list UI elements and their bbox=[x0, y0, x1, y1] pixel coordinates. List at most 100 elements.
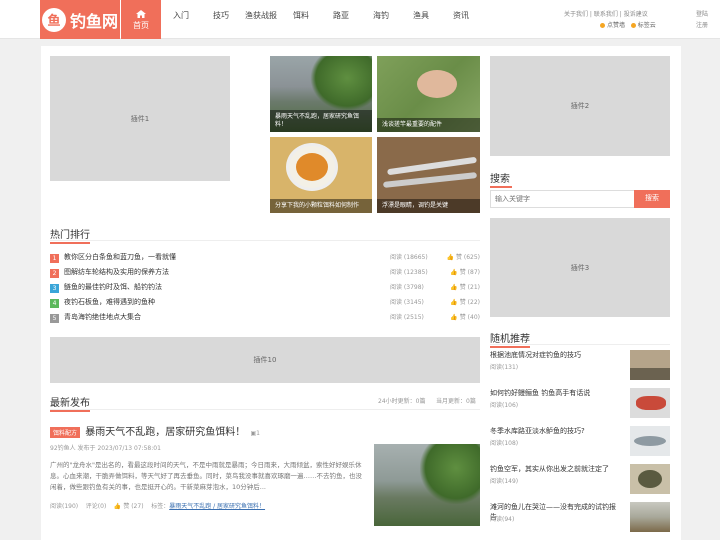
nav-item-reports[interactable]: 渔获战报 bbox=[241, 0, 281, 39]
nav-item-intro[interactable]: 入门 bbox=[161, 0, 201, 39]
main-nav: 首页 入门 技巧 渔获战报 饵料 路亚 海钓 渔具 资讯 bbox=[121, 0, 481, 39]
hot-item-likes[interactable]: 👍 赞 (625) bbox=[447, 251, 480, 264]
thumbs-up-icon: 👍 bbox=[450, 299, 460, 306]
like-wall-link[interactable]: 点赞墙 bbox=[607, 22, 625, 29]
plugin-10: 插件10 bbox=[50, 337, 480, 383]
login-link[interactable]: 登陆 bbox=[696, 9, 708, 20]
hot-item-title[interactable]: 教你区分白条鱼和蓝刀鱼，一看就懂 bbox=[64, 251, 176, 264]
hot-item-title[interactable]: 图解纺车轮结构及实用的保养方法 bbox=[64, 266, 169, 279]
tag-cloud-link[interactable]: 标签云 bbox=[638, 22, 656, 29]
site-logo-text: 钓鱼网 bbox=[69, 11, 118, 31]
image-count: ▣1 bbox=[250, 430, 260, 437]
post-likes-text: 赞 (27) bbox=[123, 503, 144, 510]
nav-label-home: 首页 bbox=[133, 21, 149, 30]
random-item-thumb[interactable] bbox=[630, 350, 670, 380]
random-item-reads: 阅读(94) bbox=[490, 516, 515, 523]
post-tags[interactable]: 暴雨天气不乱跑 / 居家研究鱼饵料！ bbox=[169, 503, 265, 510]
nav-item-bait[interactable]: 饵料 bbox=[281, 0, 321, 39]
hot-ranking-item[interactable]: 2 图解纺车轮结构及实用的保养方法 阅读 (12385) 👍 赞 (87) bbox=[50, 266, 480, 281]
post-excerpt: 广州的"龙舟水"是出名的，看最这段时间的天气，不是中雨就是暴雨；今日雨来，大雨倾… bbox=[50, 461, 362, 491]
gallery-item-1[interactable]: 暴雨天气不乱跑，居家研究鱼饵料！ bbox=[270, 56, 372, 132]
nav-item-lure[interactable]: 路亚 bbox=[321, 0, 361, 39]
hot-item-reads: 阅读 (18665) bbox=[390, 254, 428, 261]
site-header: 鱼 钓鱼网 首页 入门 技巧 渔获战报 饵料 路亚 海钓 渔具 资讯 关于我们 … bbox=[0, 0, 720, 39]
random-item-thumb[interactable] bbox=[630, 426, 670, 456]
hot-item-title[interactable]: 夜钓石板鱼，难得遇到的鱼种 bbox=[64, 296, 155, 309]
search-underline bbox=[490, 186, 512, 188]
hot-ranking-item[interactable]: 4 夜钓石板鱼，难得遇到的鱼种 阅读 (3145) 👍 赞 (22) bbox=[50, 296, 480, 311]
nav-item-skills[interactable]: 技巧 bbox=[201, 0, 241, 39]
random-item-reads: 阅读(108) bbox=[490, 440, 519, 447]
nav-item-gear[interactable]: 渔具 bbox=[401, 0, 441, 39]
nav-item-sea[interactable]: 海钓 bbox=[361, 0, 401, 39]
tag-cloud-icon bbox=[630, 23, 636, 28]
hot-item-likes[interactable]: 👍 赞 (21) bbox=[450, 281, 480, 294]
random-item-thumb[interactable] bbox=[630, 464, 670, 494]
hot-item-likes[interactable]: 👍 赞 (87) bbox=[450, 266, 480, 279]
register-link[interactable]: 注册 bbox=[696, 20, 708, 31]
hot-ranking-item[interactable]: 1 教你区分白条鱼和蓝刀鱼，一看就懂 阅读 (18665) 👍 赞 (625) bbox=[50, 251, 480, 266]
gallery-item-4[interactable]: 浮漂是眼睛，调钓是关键 bbox=[377, 137, 480, 213]
latest-stat-month: 当月更新：0篇 bbox=[436, 398, 476, 405]
post-reads: 阅读(190) bbox=[50, 503, 79, 510]
contact-link[interactable]: 联系我们 bbox=[594, 11, 618, 18]
hot-item-reads: 阅读 (2515) bbox=[390, 314, 424, 321]
site-logo[interactable]: 鱼 钓鱼网 bbox=[40, 0, 120, 39]
thumbs-up-icon: 👍 bbox=[446, 254, 456, 261]
search-input[interactable] bbox=[490, 190, 635, 208]
feedback-link[interactable]: 投诉建议 bbox=[624, 11, 648, 18]
thumbs-up-icon: 👍 bbox=[450, 314, 460, 321]
hot-item-title[interactable]: 鲢鱼的最佳钓时及饵、船钓钓法 bbox=[64, 281, 162, 294]
gallery-caption-3: 分享下我的小颗粒饵料如何制作 bbox=[270, 199, 372, 213]
plugin-1: 插件1 bbox=[50, 56, 230, 181]
random-item-thumb[interactable] bbox=[630, 388, 670, 418]
post-likes[interactable]: 👍 赞 (27) bbox=[114, 503, 144, 510]
thumbs-up-icon: 👍 bbox=[450, 284, 460, 291]
random-item-reads: 阅读(149) bbox=[490, 478, 519, 485]
rank-number: 4 bbox=[50, 299, 59, 308]
post-thumbnail-image bbox=[420, 444, 480, 504]
post-title[interactable]: 暴雨天气不乱跑，居家研究鱼饵料！ bbox=[85, 427, 245, 438]
nav-item-home[interactable]: 首页 bbox=[121, 0, 161, 39]
random-item-thumb-detail bbox=[638, 470, 662, 488]
gallery-item-2[interactable]: 浅谈搓竿最重要的配件 bbox=[377, 56, 480, 132]
post-thumbnail[interactable] bbox=[374, 444, 480, 526]
plugin-3: 插件3 bbox=[490, 218, 670, 317]
home-icon bbox=[136, 10, 146, 18]
post-comments[interactable]: 评论(0) bbox=[86, 503, 107, 510]
random-item-title[interactable]: 冬季水库路亚淡水鲈鱼的技巧? bbox=[490, 426, 622, 436]
latest-stat-24h: 24小时更新：0篇 bbox=[378, 398, 426, 405]
post-category-badge[interactable]: 饵料配方 bbox=[50, 427, 81, 438]
random-item-title[interactable]: 如何钓好鳗鲡鱼 钓鱼高手有话说 bbox=[490, 388, 622, 398]
random-item-title[interactable]: 根据池底情况对症钓鱼的技巧 bbox=[490, 350, 622, 360]
hot-item-likes[interactable]: 👍 赞 (40) bbox=[450, 311, 480, 324]
hot-ranking-title: 热门排行 bbox=[50, 226, 90, 244]
random-underline bbox=[490, 346, 530, 348]
search-title-text: 搜索 bbox=[490, 174, 510, 185]
thumbs-up-icon: 👍 bbox=[113, 503, 124, 510]
random-item-thumb-detail bbox=[630, 368, 670, 380]
gallery-image-1 bbox=[310, 56, 372, 111]
hot-item-likes[interactable]: 👍 赞 (22) bbox=[450, 296, 480, 309]
like-wall-icon bbox=[600, 23, 605, 28]
post-footer: 阅读(190) 评论(0) 👍 赞 (27) 标签：暴雨天气不乱跑 / 居家研究… bbox=[50, 501, 265, 510]
random-item-thumb-detail bbox=[634, 436, 666, 446]
hot-ranking-item[interactable]: 5 青岛海钓绝佳地点大集合 阅读 (2515) 👍 赞 (40) bbox=[50, 311, 480, 326]
hot-item-reads: 阅读 (12385) bbox=[390, 269, 428, 276]
gallery-item-3[interactable]: 分享下我的小颗粒饵料如何制作 bbox=[270, 137, 372, 213]
about-link[interactable]: 关于我们 bbox=[564, 11, 588, 18]
gallery-image-3-food bbox=[296, 153, 328, 181]
hot-item-likes-text: 赞 (22) bbox=[459, 299, 480, 306]
random-item-title[interactable]: 钓鱼空军，其实从你出发之前就注定了 bbox=[490, 464, 622, 474]
hot-ranking-underline bbox=[50, 242, 90, 244]
random-item-thumb[interactable] bbox=[630, 502, 670, 532]
hot-item-likes-text: 赞 (21) bbox=[459, 284, 480, 291]
search-button[interactable]: 搜索 bbox=[634, 190, 670, 208]
nav-item-news[interactable]: 资讯 bbox=[441, 0, 481, 39]
post-meta: 92钓鱼人 发布于 2023/07/13 07:58:01 bbox=[50, 445, 161, 452]
header-links: 关于我们 | 联系我们 | 投诉建议 bbox=[564, 11, 648, 18]
hot-item-title[interactable]: 青岛海钓绝佳地点大集合 bbox=[64, 311, 141, 324]
hot-ranking-item[interactable]: 3 鲢鱼的最佳钓时及饵、船钓钓法 阅读 (3798) 👍 赞 (21) bbox=[50, 281, 480, 296]
latest-title: 最新发布 bbox=[50, 394, 90, 412]
auth-links: 登陆 注册 bbox=[696, 9, 708, 31]
